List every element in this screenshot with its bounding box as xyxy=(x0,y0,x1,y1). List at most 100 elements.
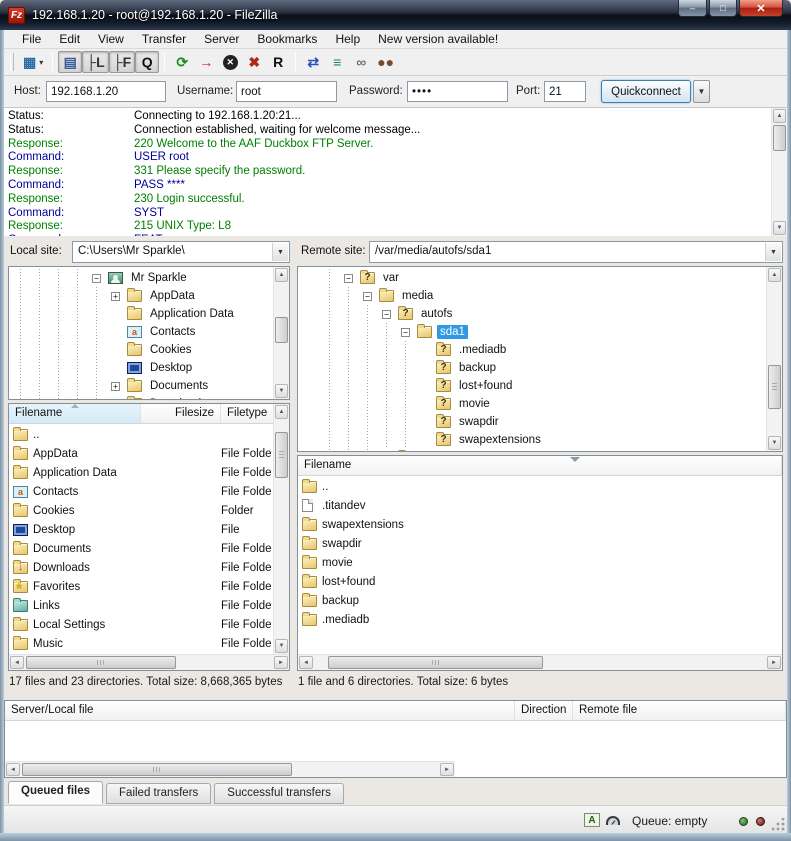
toggle-local-tree-button[interactable]: ├L xyxy=(82,51,108,73)
quickconnect-dropdown-button[interactable]: ▼ xyxy=(693,80,710,103)
minus-expander-icon[interactable]: − xyxy=(382,310,391,319)
toggle-queue-button[interactable]: Q xyxy=(135,51,159,73)
find-button[interactable]: ●● xyxy=(373,51,398,73)
column-header-direction[interactable]: Direction xyxy=(515,701,573,720)
tree-item-appdata[interactable]: +AppData xyxy=(11,287,271,305)
scrollbar-thumb[interactable] xyxy=(328,656,543,669)
tree-item-sda1[interactable]: −sda1 xyxy=(320,323,764,341)
menu-view[interactable]: View xyxy=(90,31,132,47)
tree-item-autofs[interactable]: −autofs xyxy=(320,305,764,323)
minus-expander-icon[interactable]: − xyxy=(363,292,372,301)
filter-button[interactable]: ≡ xyxy=(325,51,349,73)
queue-hscrollbar[interactable]: ◄ ► xyxy=(5,761,455,777)
scroll-right-icon[interactable]: ► xyxy=(767,656,781,669)
tree-item-lost-found[interactable]: lost+found xyxy=(320,377,764,395)
chevron-down-icon[interactable]: ▾ xyxy=(39,58,43,67)
tree-item-downloads[interactable]: +Downloads xyxy=(11,395,271,400)
process-queue-button[interactable]: → xyxy=(194,51,218,73)
minimize-button[interactable]: – xyxy=(678,0,707,17)
column-header-filesize[interactable]: Filesize xyxy=(141,404,221,423)
tree-item-backup[interactable]: backup xyxy=(320,359,764,377)
file-row-documents[interactable]: DocumentsFile Folder xyxy=(11,539,271,558)
tree-item-media[interactable]: −media xyxy=(320,287,764,305)
scrollbar-thumb[interactable] xyxy=(26,656,176,669)
cancel-button[interactable]: ✕ xyxy=(218,51,242,73)
minus-expander-icon[interactable]: − xyxy=(401,328,410,337)
scrollbar-thumb[interactable] xyxy=(768,365,781,409)
compare-button[interactable]: ⇄ xyxy=(301,51,325,73)
file-row-favorites[interactable]: FavoritesFile Folder xyxy=(11,577,271,596)
column-header-server-local-file[interactable]: Server/Local file xyxy=(5,701,515,720)
tree-item-movie[interactable]: movie xyxy=(320,395,764,413)
scroll-right-icon[interactable]: ► xyxy=(274,656,288,669)
file-row-appdata[interactable]: AppDataFile Folder xyxy=(11,444,271,463)
scrollbar-thumb[interactable] xyxy=(275,317,288,343)
menu-bookmarks[interactable]: Bookmarks xyxy=(249,31,325,47)
column-header-remote-file[interactable]: Remote file xyxy=(573,701,786,720)
menu-server[interactable]: Server xyxy=(196,31,247,47)
menu-edit[interactable]: Edit xyxy=(51,31,88,47)
menu-help[interactable]: Help xyxy=(327,31,368,47)
scroll-up-icon[interactable]: ▲ xyxy=(275,405,288,419)
scrollbar-thumb[interactable] xyxy=(773,125,786,151)
scroll-down-icon[interactable]: ▼ xyxy=(275,384,288,398)
column-header-filename[interactable]: Filename xyxy=(298,456,782,475)
titlebar[interactable]: Fz 192.168.1.20 - root@192.168.1.20 - Fi… xyxy=(0,0,791,30)
tree-item-contacts[interactable]: Contacts xyxy=(11,323,271,341)
file-row-movie[interactable]: movie xyxy=(300,553,780,572)
tree-item-mediadb[interactable]: .mediadb xyxy=(320,341,764,359)
tree-item-var[interactable]: −var xyxy=(320,269,764,287)
password-input[interactable] xyxy=(407,81,508,102)
tree-item-desktop[interactable]: Desktop xyxy=(11,359,271,377)
tree-item-mr-sparkle[interactable]: −Mr Sparkle xyxy=(11,269,271,287)
port-input[interactable] xyxy=(544,81,586,102)
tree-item-swapextensions[interactable]: swapextensions xyxy=(320,431,764,449)
plus-expander-icon[interactable]: + xyxy=(111,400,120,401)
refresh-button[interactable]: ⟳ xyxy=(170,51,194,73)
sync-browsing-button[interactable]: ∞ xyxy=(349,51,373,73)
tree-item-documents[interactable]: +Documents xyxy=(11,377,271,395)
panel-collapse-icon[interactable] xyxy=(570,457,580,462)
file-row-cookies[interactable]: CookiesFolder xyxy=(11,501,271,520)
remote-tree-scrollbar[interactable]: ▲ ▼ xyxy=(766,267,782,451)
toggle-remote-tree-button[interactable]: ├F xyxy=(109,51,135,73)
file-row-item[interactable]: .. xyxy=(300,477,780,496)
disconnect-button[interactable]: ✖ xyxy=(242,51,266,73)
minus-expander-icon[interactable]: − xyxy=(344,274,353,283)
file-row-contacts[interactable]: ContactsFile Folder xyxy=(11,482,271,501)
tree-item-application-data[interactable]: Application Data xyxy=(11,305,271,323)
scroll-right-icon[interactable]: ► xyxy=(440,763,454,776)
column-header-filename[interactable]: Filename xyxy=(9,404,141,423)
file-row-mediadb[interactable]: .mediadb xyxy=(300,610,780,629)
menu-file[interactable]: File xyxy=(14,31,49,47)
scroll-up-icon[interactable]: ▲ xyxy=(275,268,288,282)
file-row-swapextensions[interactable]: swapextensions xyxy=(300,515,780,534)
reconnect-button[interactable]: R xyxy=(266,51,290,73)
tab-queued-files[interactable]: Queued files xyxy=(8,781,103,804)
log-splitter[interactable] xyxy=(4,236,787,240)
remote-site-combobox[interactable]: /var/media/autofs/sda1 ▼ xyxy=(369,241,783,263)
scroll-down-icon[interactable]: ▼ xyxy=(773,221,786,235)
plus-expander-icon[interactable]: + xyxy=(111,382,120,391)
maximize-button[interactable]: □ xyxy=(709,0,737,17)
chevron-down-icon[interactable]: ▼ xyxy=(765,243,781,261)
file-row-music[interactable]: MusicFile Folder xyxy=(11,634,271,653)
tree-item-dvd[interactable]: dvd xyxy=(320,449,764,452)
message-log-scrollbar[interactable]: ▲ ▼ xyxy=(771,108,787,236)
toggle-message-log-button[interactable]: ▤ xyxy=(58,51,82,73)
file-row-titandev[interactable]: .titandev xyxy=(300,496,780,515)
close-button[interactable]: ✕ xyxy=(739,0,783,17)
file-row-backup[interactable]: backup xyxy=(300,591,780,610)
scroll-down-icon[interactable]: ▼ xyxy=(768,436,781,450)
menu-new-version-available[interactable]: New version available! xyxy=(370,31,506,47)
quickconnect-button[interactable]: Quickconnect xyxy=(601,80,691,103)
site-manager-button[interactable]: ▦▾ xyxy=(19,51,47,73)
scroll-up-icon[interactable]: ▲ xyxy=(773,109,786,123)
host-input[interactable] xyxy=(46,81,166,102)
resize-grip[interactable] xyxy=(772,818,785,831)
tab-successful-transfers[interactable]: Successful transfers xyxy=(214,783,344,804)
local-tree-scrollbar[interactable]: ▲ ▼ xyxy=(273,267,289,399)
username-input[interactable] xyxy=(236,81,337,102)
file-row-downloads[interactable]: DownloadsFile Folder xyxy=(11,558,271,577)
scroll-left-icon[interactable]: ◄ xyxy=(6,763,20,776)
